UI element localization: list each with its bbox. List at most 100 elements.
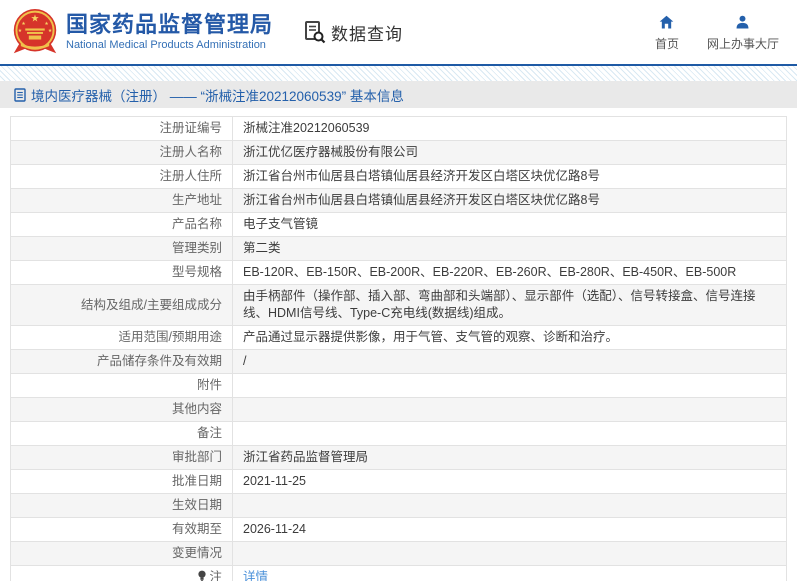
table-row: 批准日期 2021-11-25 [10,469,787,494]
row-value-cell [232,493,787,518]
table-row: 管理类别 第二类 [10,236,787,261]
row-value-cell: 浙江优亿医疗器械股份有限公司 [232,140,787,165]
row-label: 变更情况 [171,546,222,560]
row-value: 2021-11-25 [243,474,307,488]
nav-home-label: 首页 [654,37,679,51]
data-query-link[interactable]: 数据查询 [303,20,403,45]
row-label: 批准日期 [171,474,222,488]
svg-text:★: ★ [31,13,40,24]
row-value-cell [232,373,787,398]
row-value-cell: / [232,349,787,374]
row-label: 生效日期 [171,498,222,512]
info-table: 注册证编号 浙械注准20212060539 注册人名称 浙江优亿医疗器械股份有限… [10,116,787,581]
top-nav: 首页 网上办事大厅 [655,14,779,52]
row-label: 其他内容 [171,402,222,416]
row-value-cell: 详情 [232,565,787,581]
detail-link[interactable]: 详情 [243,570,268,581]
row-value-cell: EB-120R、EB-150R、EB-200R、EB-220R、EB-260R、… [232,260,787,285]
row-value-cell: 2026-11-24 [232,517,787,542]
breadcrumb-text: 境内医疗器械（注册） —— “浙械注准20212060539” 基本信息 [31,88,404,104]
row-value: 由手柄部件（操作部、插入部、弯曲部和头端部）、显示部件（选配）、信号转接盒、信号… [243,289,756,320]
row-value-cell: 浙江省药品监督管理局 [232,445,787,470]
row-value-cell [232,421,787,446]
row-label: 注册人名称 [159,145,222,159]
table-row: 备注 [10,421,787,446]
table-row: 型号规格 EB-120R、EB-150R、EB-200R、EB-220R、EB-… [10,260,787,285]
nav-service-hall[interactable]: 网上办事大厅 [707,14,779,52]
breadcrumb: 境内医疗器械（注册） —— “浙械注准20212060539” 基本信息 [0,81,797,108]
document-search-icon [305,21,326,44]
national-emblem-icon: ★ ★ ★ ★ ★ [13,9,57,54]
data-query-label: 数据查询 [331,24,404,44]
row-value-cell: 2021-11-25 [232,469,787,494]
nmpa-logo[interactable]: ★ ★ ★ ★ ★ 国家药品监督管理局 National Medical Pro… [0,7,273,57]
svg-text:★: ★ [48,28,53,34]
row-value-cell: 浙江省台州市仙居县白塔镇仙居县经济开发区白塔区块优亿路8号 [232,164,787,189]
table-row: 注册人名称 浙江优亿医疗器械股份有限公司 [10,140,787,165]
row-label: 型号规格 [171,265,222,279]
nav-home[interactable]: 首页 [655,14,679,52]
row-label: 注册证编号 [159,121,222,135]
svg-text:★: ★ [18,28,23,34]
row-label: 审批部门 [171,450,222,464]
table-row: 产品名称 电子支气管镜 [10,212,787,237]
table-row: 生效日期 [10,493,787,518]
row-value: 浙江优亿医疗器械股份有限公司 [243,145,419,159]
row-value: 2026-11-24 [243,522,307,536]
row-value: 第二类 [243,241,281,255]
row-value-cell [232,397,787,422]
row-value: 产品通过显示器提供影像，用于气管、支气管的观察、诊断和治疗。 [243,330,619,344]
row-value: 浙江省药品监督管理局 [243,450,369,464]
table-row: 审批部门 浙江省药品监督管理局 [10,445,787,470]
table-row: 其他内容 [10,397,787,422]
row-value: 浙江省台州市仙居县白塔镇仙居县经济开发区白塔区块优亿路8号 [243,193,600,207]
org-name-en: National Medical Products Administration [66,39,266,51]
table-row: 变更情况 [10,541,787,566]
row-value: EB-120R、EB-150R、EB-200R、EB-220R、EB-260R、… [243,265,737,279]
table-row: 附件 [10,373,787,398]
row-label: 管理类别 [171,241,222,255]
site-header: ★ ★ ★ ★ ★ 国家药品监督管理局 National Medical Pro… [0,0,797,66]
row-value: / [243,354,247,368]
row-value-cell: 第二类 [232,236,787,261]
row-value-cell: 由手柄部件（操作部、插入部、弯曲部和头端部）、显示部件（选配）、信号转接盒、信号… [232,284,787,326]
table-row: 产品储存条件及有效期 / [10,349,787,374]
table-row: 注 详情 [10,565,787,581]
table-row: 结构及组成/主要组成成分 由手柄部件（操作部、插入部、弯曲部和头端部）、显示部件… [10,284,787,326]
table-row: 生产地址 浙江省台州市仙居县白塔镇仙居县经济开发区白塔区块优亿路8号 [10,188,787,213]
row-value-cell: 产品通过显示器提供影像，用于气管、支气管的观察、诊断和治疗。 [232,325,787,350]
document-icon [14,87,26,102]
table-row: 有效期至 2026-11-24 [10,517,787,542]
svg-text:★: ★ [44,21,49,27]
row-label: 附件 [196,378,222,392]
org-names: 国家药品监督管理局 National Medical Products Admi… [66,12,273,52]
row-value-cell: 浙械注准20212060539 [232,116,787,141]
row-value: 浙江省台州市仙居县白塔镇仙居县经济开发区白塔区块优亿路8号 [243,169,600,183]
row-value-cell: 浙江省台州市仙居县白塔镇仙居县经济开发区白塔区块优亿路8号 [232,188,787,213]
home-icon [660,15,674,29]
hatch-divider [0,66,797,81]
svg-text:★: ★ [21,21,26,27]
info-table-body: 注册证编号 浙械注准20212060539 注册人名称 浙江优亿医疗器械股份有限… [10,116,787,581]
row-label: 结构及组成/主要组成成分 [81,297,222,312]
row-label: 产品储存条件及有效期 [96,354,222,368]
row-label: 适用范围/预期用途 [118,330,222,344]
table-row: 适用范围/预期用途 产品通过显示器提供影像，用于气管、支气管的观察、诊断和治疗。 [10,325,787,350]
lightbulb-icon [198,570,207,581]
row-value-cell: 电子支气管镜 [232,212,787,237]
table-row: 注册证编号 浙械注准20212060539 [10,116,787,141]
row-label: 备注 [196,426,222,440]
row-label: 注册人住所 [159,169,222,183]
person-icon [737,15,749,29]
row-value: 浙械注准20212060539 [243,121,370,135]
nav-hall-label: 网上办事大厅 [706,37,779,51]
row-label: 有效期至 [171,522,222,536]
row-label: 生产地址 [171,193,222,207]
info-table-wrap: 注册证编号 浙械注准20212060539 注册人名称 浙江优亿医疗器械股份有限… [10,116,787,581]
row-value-cell [232,541,787,566]
table-row: 注册人住所 浙江省台州市仙居县白塔镇仙居县经济开发区白塔区块优亿路8号 [10,164,787,189]
row-label: 产品名称 [171,217,222,231]
row-label: 注 [209,570,222,581]
row-value: 电子支气管镜 [243,217,319,231]
org-name-cn: 国家药品监督管理局 [66,12,274,37]
